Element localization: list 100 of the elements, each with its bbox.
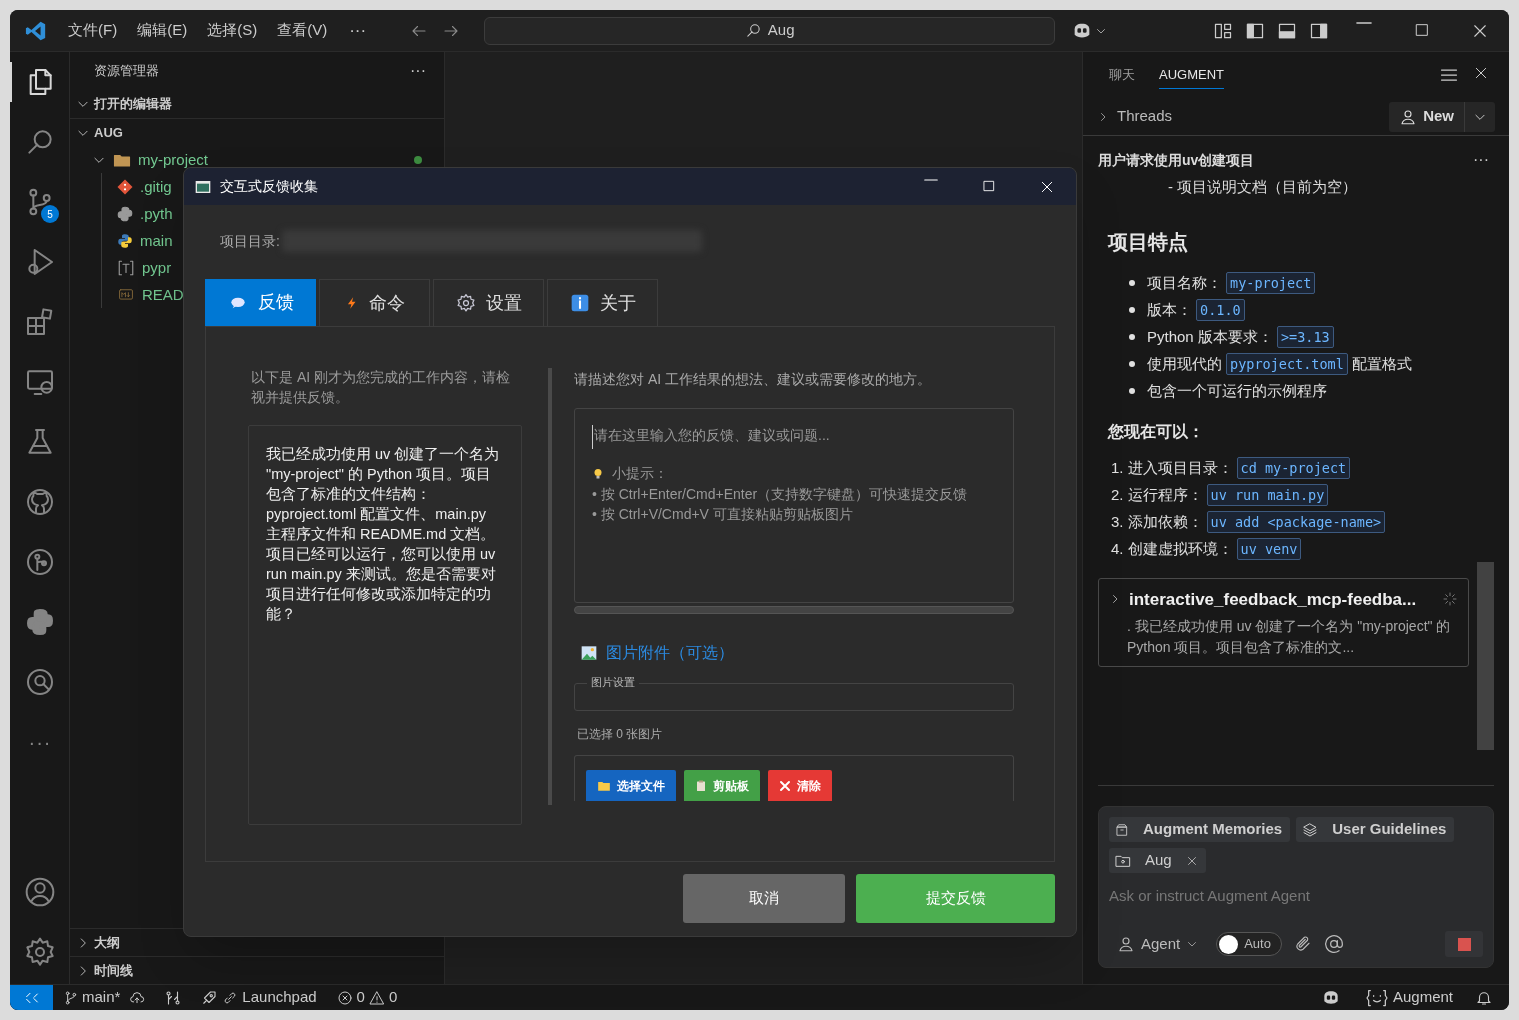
bullet-icon: [1129, 307, 1135, 313]
image-icon: [580, 645, 598, 661]
tree-item[interactable]: READ: [116, 284, 184, 305]
toml-file-icon: [116, 258, 136, 277]
python-file-icon: [116, 231, 134, 250]
person-icon: [1399, 107, 1418, 126]
close-icon: [1473, 65, 1489, 81]
git-file-icon: [116, 177, 134, 196]
menu-item[interactable]: 查看(V): [277, 19, 328, 42]
maximize-icon: [982, 178, 996, 193]
tree-item[interactable]: main: [116, 230, 173, 251]
image-action-button[interactable]: 选择文件: [586, 770, 676, 801]
panel-tab[interactable]: 聊天: [1109, 60, 1135, 90]
tool-call-card[interactable]: interactive_feedback_mcp-feedba... . 我已经成功使用 uv 创建了一个名为 "my-project" 的 Python 项目。项目包含了标准的文...: [1098, 577, 1469, 667]
cancel-button[interactable]: 取消: [683, 874, 845, 923]
threads-toggle[interactable]: Threads: [1097, 105, 1173, 128]
list-text: Python 版本要求：: [1147, 326, 1273, 347]
chat-input-field[interactable]: Ask or instruct Augment Agent: [1109, 885, 1483, 908]
section-subheading: 您现在可以：: [1106, 421, 1205, 442]
warning-icon: [368, 989, 385, 1006]
branch-button[interactable]: main*: [63, 986, 121, 1009]
more-button[interactable]: ···: [410, 59, 426, 83]
image-count: 已选择 0 张图片: [576, 726, 664, 743]
rocket-icon: [200, 988, 219, 1007]
section-header[interactable]: 时间线: [76, 960, 133, 981]
list-text: 使用现代的: [1147, 353, 1222, 374]
bullet-icon: [1129, 361, 1135, 367]
context-chip[interactable]: Augment Memories: [1109, 817, 1291, 842]
panel-tab[interactable]: AUGMENT: [1159, 60, 1224, 90]
search-gear-icon: [24, 666, 56, 698]
activity-item[interactable]: 5: [10, 172, 70, 232]
menu-item[interactable]: 文件(F): [68, 19, 118, 42]
tip-title: 小提示：: [612, 464, 668, 483]
menu-item[interactable]: 选择(S): [207, 19, 258, 42]
person-icon: [1117, 935, 1135, 953]
list-number: 3.: [1111, 511, 1124, 532]
list-text: 配置格式: [1351, 353, 1412, 374]
dialog-tab[interactable]: 关于: [547, 279, 658, 326]
summary-text: 我已经成功使用 uv 创建了一个名为 "my-project" 的 Python 项目。项目包含了标准的文件结构：pyproject.toml 配置文件、main.py 主程序文件和 README.md 文档。项目已经可以运行，您可以使用 uv run main.py 来测试。您是否需要对项目进行任何修改或添加特定的功能？: [248, 425, 522, 825]
markdown-file-icon: [116, 287, 136, 302]
more-button[interactable]: ···: [1473, 148, 1489, 172]
list-text: 运行程序：: [1127, 484, 1203, 505]
thread-title: 用户请求使用uv创建项目: [1098, 150, 1255, 170]
summary-prompt: 以下是 AI 刚才为您完成的工作内容，请检视并提供反馈。: [250, 368, 511, 407]
dialog-tab[interactable]: 反馈: [205, 279, 316, 326]
section-header[interactable]: 大纲: [76, 932, 120, 953]
inline-code: uv venv: [1236, 537, 1302, 561]
menu-item[interactable]: 编辑(E): [137, 19, 188, 42]
stop-button[interactable]: [1445, 931, 1483, 957]
inline-code: cd my-project: [1236, 456, 1351, 480]
cloud-sync-icon: [128, 989, 147, 1006]
inline-code: uv run main.py: [1206, 483, 1329, 507]
section-header[interactable]: 打开的编辑器: [76, 94, 172, 114]
python-icon: [24, 606, 56, 638]
archive-icon: [1115, 822, 1129, 837]
dialog-tab[interactable]: 设置: [433, 279, 544, 326]
more-button[interactable]: ···: [349, 17, 367, 44]
panel-title: 资源管理器: [94, 62, 159, 81]
horizontal-scrollbar[interactable]: [574, 606, 1014, 614]
group-label: 图片设置: [587, 674, 639, 691]
tool-title: interactive_feedback_mcp-feedba...: [1129, 588, 1417, 611]
tip-text: • 按 Ctrl+Enter/Cmd+Enter（支持数字键盘）可快速提交反馈: [592, 485, 969, 504]
new-button-group[interactable]: New: [1389, 101, 1495, 132]
tree-item[interactable]: .gitig: [116, 176, 172, 197]
more-button[interactable]: ···: [28, 727, 52, 757]
graph-icon: [24, 546, 56, 578]
project-label: 项目目录:: [220, 231, 280, 251]
inline-code: 0.1.0: [1196, 298, 1245, 322]
auto-toggle[interactable]: Auto: [1216, 932, 1282, 956]
minimize-icon: [1356, 21, 1372, 24]
scrollbar-thumb[interactable]: [1477, 562, 1494, 750]
list-number: 2.: [1111, 484, 1124, 505]
feedback-input-field[interactable]: 请在这里输入您的反馈、建议或问题...: [592, 425, 996, 449]
branch-icon: [63, 989, 79, 1006]
gear-icon: [455, 293, 476, 313]
augment-status-button[interactable]: Augment: [1362, 986, 1453, 1009]
remote-button[interactable]: [10, 985, 53, 1010]
launchpad-button[interactable]: Launchpad: [200, 986, 317, 1009]
new-button[interactable]: New: [1389, 101, 1464, 132]
git-compare-icon: [164, 988, 183, 1007]
section-heading: 项目特点: [1106, 229, 1189, 255]
problems-button[interactable]: 0 0: [336, 986, 398, 1009]
dialog-tab[interactable]: 命令: [319, 279, 430, 326]
inline-code: uv add <package-name>: [1206, 510, 1386, 534]
error-icon: [336, 989, 353, 1006]
tree-item[interactable]: my-project: [92, 149, 208, 170]
tree-item[interactable]: pypr: [116, 257, 172, 278]
python-file-icon: [116, 204, 134, 223]
app-window-icon: [194, 178, 212, 195]
context-chip[interactable]: Aug: [1109, 848, 1206, 873]
image-action-button[interactable]: 清除: [768, 770, 832, 801]
count-badge: 5: [41, 205, 59, 223]
command-search-field[interactable]: Aug: [484, 16, 1056, 45]
paperclip-icon: [1293, 935, 1312, 953]
mode-dropdown[interactable]: Agent: [1117, 932, 1199, 956]
feedback-prompt: 请描述您对 AI 工作结果的想法、建议或需要修改的地方。: [574, 370, 932, 389]
list-text: 进入项目目录：: [1127, 457, 1233, 478]
context-chip[interactable]: User Guidelines: [1296, 817, 1455, 842]
tree-item[interactable]: .pyth: [116, 203, 173, 224]
section-header[interactable]: AUG: [76, 122, 123, 143]
